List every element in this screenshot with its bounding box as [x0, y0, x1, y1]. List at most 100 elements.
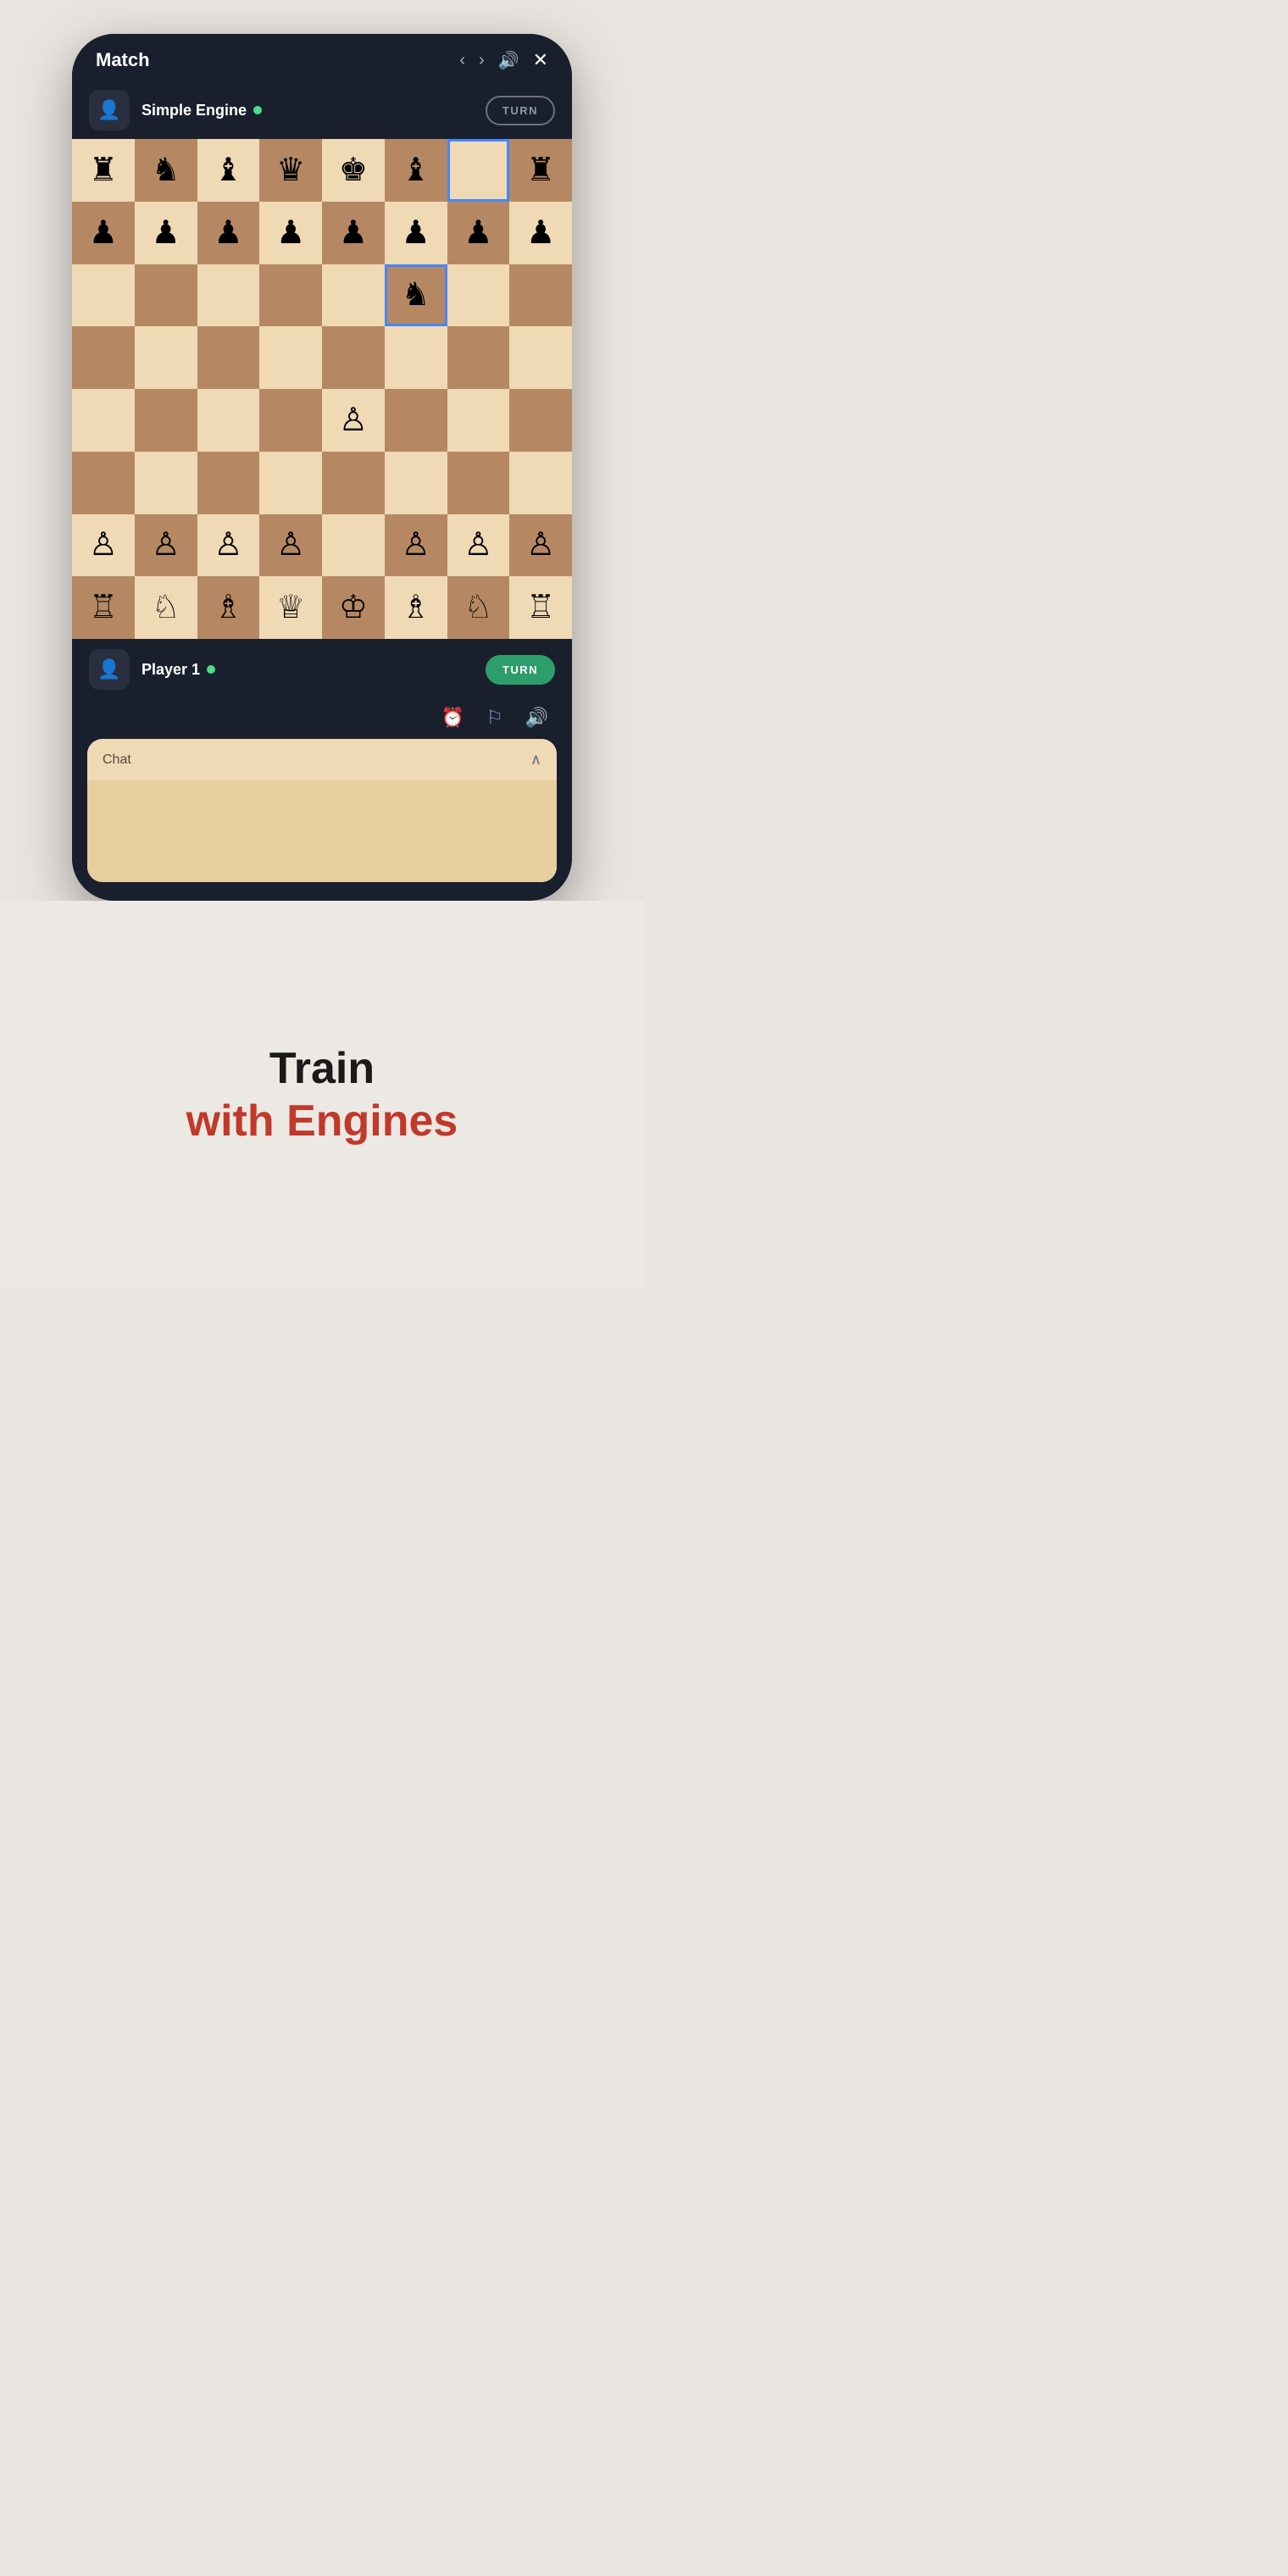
- cell-r1-c3[interactable]: ♟: [259, 202, 322, 264]
- cell-r6-c0[interactable]: ♙: [72, 514, 135, 577]
- cell-r6-c2[interactable]: ♙: [197, 514, 260, 577]
- cell-r0-c0[interactable]: ♜: [72, 139, 135, 202]
- cell-r6-c6[interactable]: ♙: [447, 514, 510, 577]
- cell-r7-c3[interactable]: ♕: [259, 576, 322, 639]
- cell-r1-c0[interactable]: ♟: [72, 202, 135, 264]
- cell-r1-c2[interactable]: ♟: [197, 202, 260, 264]
- cell-r5-c7[interactable]: [509, 452, 572, 514]
- chess-piece: ♙: [464, 529, 492, 561]
- cell-r6-c1[interactable]: ♙: [135, 514, 197, 577]
- cell-r4-c1[interactable]: [135, 389, 197, 452]
- chess-piece: ♟: [402, 217, 430, 249]
- cell-r2-c7[interactable]: [509, 264, 572, 327]
- cell-r0-c2[interactable]: ♝: [197, 139, 260, 202]
- cell-r5-c5[interactable]: [385, 452, 447, 514]
- back-icon[interactable]: ‹: [459, 51, 465, 70]
- chess-piece: ♙: [214, 529, 242, 561]
- cell-r5-c3[interactable]: [259, 452, 322, 514]
- flag-icon[interactable]: ⚐: [486, 707, 503, 729]
- engine-turn-button[interactable]: TURN: [486, 96, 555, 125]
- cell-r7-c0[interactable]: ♖: [72, 576, 135, 639]
- chess-piece: ♘: [464, 591, 492, 624]
- player-turn-button[interactable]: TURN: [486, 655, 555, 685]
- page-title: Match: [96, 49, 150, 71]
- cell-r3-c6[interactable]: [447, 326, 510, 389]
- chess-piece: ♙: [402, 529, 430, 561]
- cell-r3-c3[interactable]: [259, 326, 322, 389]
- top-bar: Match ‹ › 🔊 ✕: [72, 34, 572, 81]
- cell-r5-c0[interactable]: [72, 452, 135, 514]
- cell-r5-c6[interactable]: [447, 452, 510, 514]
- cell-r2-c3[interactable]: [259, 264, 322, 327]
- chess-piece: ♟: [464, 217, 492, 249]
- engine-player-row: 👤 Simple Engine TURN: [72, 81, 572, 139]
- cell-r7-c2[interactable]: ♗: [197, 576, 260, 639]
- chat-header[interactable]: Chat ∧: [87, 739, 557, 780]
- cell-r4-c4[interactable]: ♙: [322, 389, 385, 452]
- cell-r2-c6[interactable]: [447, 264, 510, 327]
- cell-r3-c5[interactable]: [385, 326, 447, 389]
- cell-r7-c4[interactable]: ♔: [322, 576, 385, 639]
- cell-r1-c1[interactable]: ♟: [135, 202, 197, 264]
- cell-r4-c5[interactable]: [385, 389, 447, 452]
- cell-r2-c5[interactable]: ♞: [385, 264, 447, 327]
- cell-r5-c4[interactable]: [322, 452, 385, 514]
- cell-r2-c0[interactable]: [72, 264, 135, 327]
- chess-piece: ♟: [276, 217, 305, 249]
- cell-r6-c4[interactable]: [322, 514, 385, 577]
- chess-piece: ♛: [276, 154, 305, 186]
- cell-r4-c7[interactable]: [509, 389, 572, 452]
- cell-r3-c1[interactable]: [135, 326, 197, 389]
- speaker-icon[interactable]: 🔊: [525, 707, 548, 729]
- cell-r0-c7[interactable]: ♜: [509, 139, 572, 202]
- engine-avatar: 👤: [89, 90, 130, 130]
- chat-chevron-icon[interactable]: ∧: [530, 751, 541, 769]
- cell-r2-c1[interactable]: [135, 264, 197, 327]
- cell-r4-c6[interactable]: [447, 389, 510, 452]
- cell-r3-c2[interactable]: [197, 326, 260, 389]
- clock-icon[interactable]: ⏰: [441, 707, 464, 729]
- cell-r0-c4[interactable]: ♚: [322, 139, 385, 202]
- cell-r0-c1[interactable]: ♞: [135, 139, 197, 202]
- sound-icon[interactable]: 🔊: [498, 50, 519, 71]
- close-icon[interactable]: ✕: [533, 49, 548, 71]
- cell-r7-c1[interactable]: ♘: [135, 576, 197, 639]
- cell-r1-c6[interactable]: ♟: [447, 202, 510, 264]
- cell-r5-c2[interactable]: [197, 452, 260, 514]
- cell-r6-c7[interactable]: ♙: [509, 514, 572, 577]
- cell-r2-c2[interactable]: [197, 264, 260, 327]
- cell-r4-c2[interactable]: [197, 389, 260, 452]
- cell-r6-c5[interactable]: ♙: [385, 514, 447, 577]
- top-bar-icons: ‹ › 🔊 ✕: [459, 49, 548, 71]
- cell-r1-c4[interactable]: ♟: [322, 202, 385, 264]
- cell-r1-c5[interactable]: ♟: [385, 202, 447, 264]
- chess-piece: ♖: [526, 591, 555, 624]
- cell-r6-c3[interactable]: ♙: [259, 514, 322, 577]
- chess-piece: ♝: [214, 154, 242, 186]
- cell-r1-c7[interactable]: ♟: [509, 202, 572, 264]
- engines-heading: with Engines: [186, 1096, 458, 1146]
- cell-r0-c3[interactable]: ♛: [259, 139, 322, 202]
- cell-r3-c0[interactable]: [72, 326, 135, 389]
- chess-piece: ♟: [526, 217, 555, 249]
- chess-piece: ♙: [89, 529, 118, 561]
- cell-r3-c4[interactable]: [322, 326, 385, 389]
- action-row: ⏰ ⚐ 🔊: [72, 700, 572, 739]
- chess-piece: ♘: [152, 591, 180, 624]
- cell-r4-c0[interactable]: [72, 389, 135, 452]
- player-avatar: 👤: [89, 649, 130, 690]
- cell-r0-c5[interactable]: ♝: [385, 139, 447, 202]
- cell-r4-c3[interactable]: [259, 389, 322, 452]
- cell-r7-c5[interactable]: ♗: [385, 576, 447, 639]
- cell-r5-c1[interactable]: [135, 452, 197, 514]
- chat-panel: Chat ∧: [87, 739, 557, 882]
- cell-r7-c6[interactable]: ♘: [447, 576, 510, 639]
- chess-piece: ♗: [214, 591, 242, 624]
- cell-r3-c7[interactable]: [509, 326, 572, 389]
- player-online-dot: [207, 665, 215, 674]
- forward-icon[interactable]: ›: [479, 51, 485, 70]
- cell-r0-c6[interactable]: [447, 139, 510, 202]
- chess-piece: ♜: [526, 154, 555, 186]
- cell-r7-c7[interactable]: ♖: [509, 576, 572, 639]
- cell-r2-c4[interactable]: [322, 264, 385, 327]
